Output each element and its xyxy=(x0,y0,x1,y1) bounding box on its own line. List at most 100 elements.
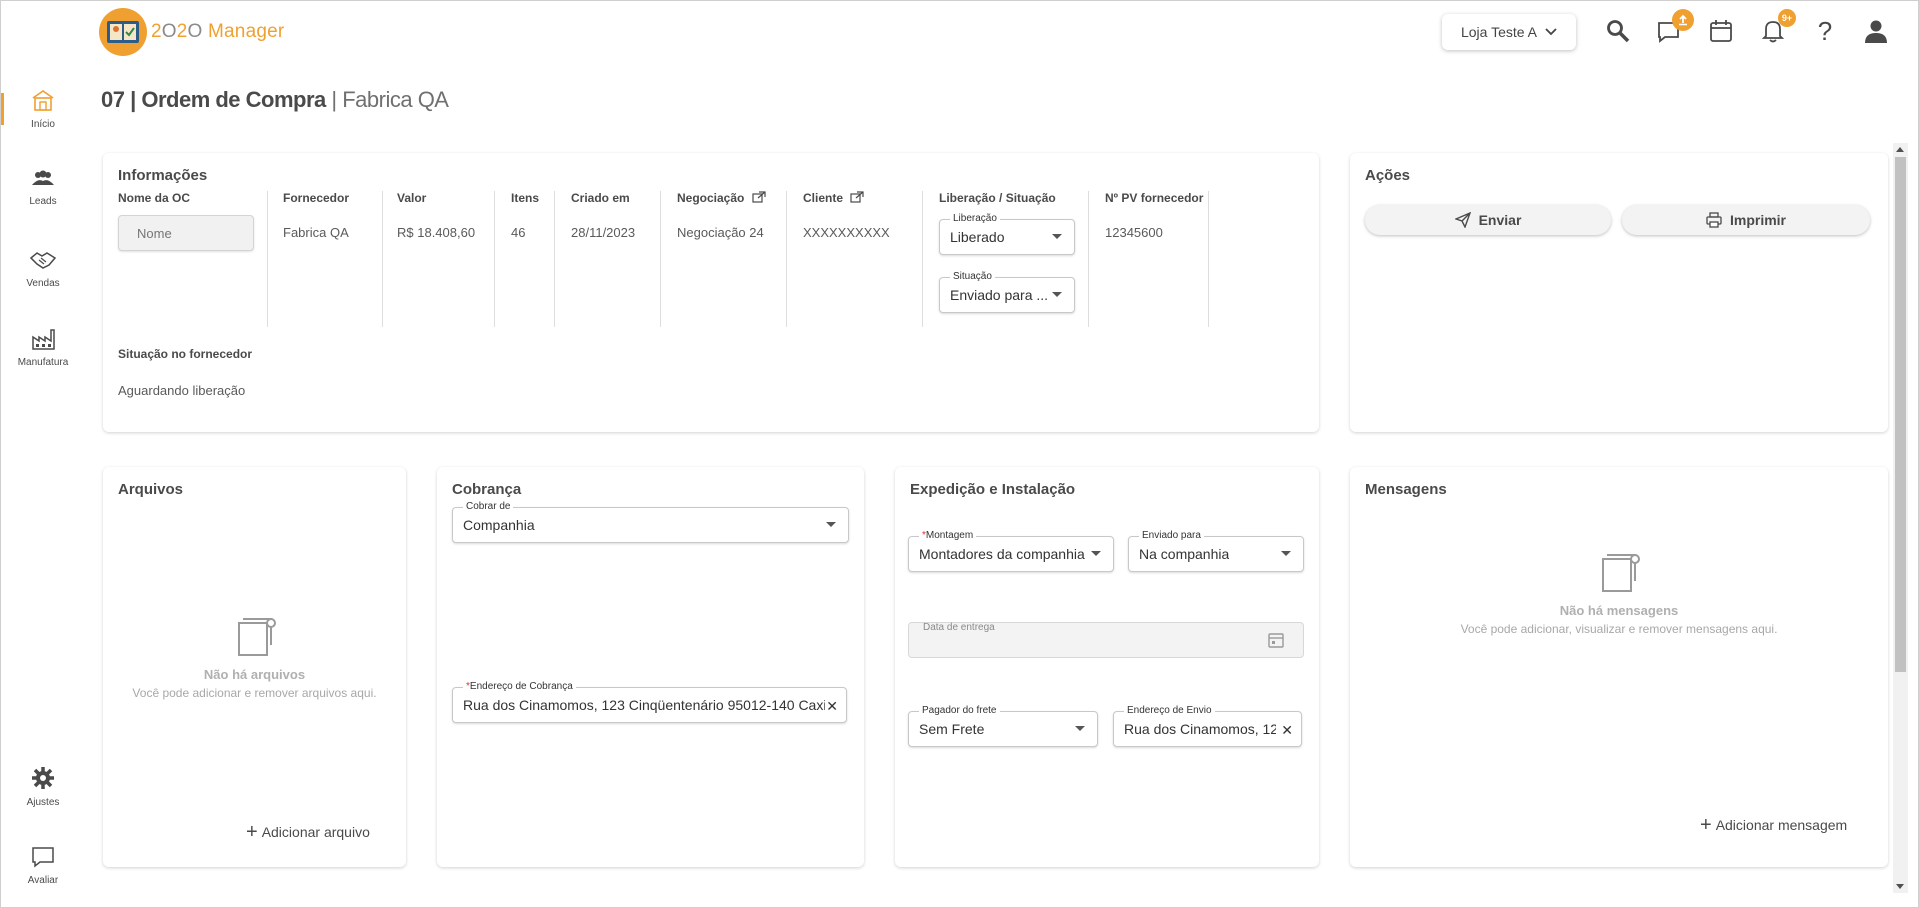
empty-document-icon xyxy=(1602,554,1640,592)
send-button-label: Enviar xyxy=(1478,212,1522,228)
col-negociacao: Negociação Negociação 24 xyxy=(661,191,787,327)
sidebar-item-label: Ajustes xyxy=(26,797,60,808)
charge-from-value: Companhia xyxy=(463,517,535,533)
chevron-down-icon xyxy=(1545,28,1557,36)
app-logo[interactable]: 2O2O Manager xyxy=(99,8,284,56)
messages-card: Mensagens Não há mensagens Você pode adi… xyxy=(1350,467,1888,867)
add-message-button[interactable]: + Adicionar mensagem xyxy=(1700,814,1848,836)
sidebar-item-manufatura[interactable]: Manufatura xyxy=(1,327,85,368)
calendar-button[interactable] xyxy=(1706,15,1736,47)
scroll-down-icon[interactable] xyxy=(1896,884,1904,889)
fornecedor-label: Fornecedor xyxy=(283,191,350,205)
page-title: 07 | Ordem de Compra | Fabrica QA xyxy=(101,87,449,113)
external-link-icon[interactable] xyxy=(850,191,864,203)
situacao-select[interactable]: Situação Enviado para ... xyxy=(939,271,1075,313)
sidebar-item-ajustes[interactable]: Ajustes xyxy=(1,765,85,808)
send-button[interactable]: Enviar xyxy=(1365,205,1611,235)
sidebar-item-leads[interactable]: Leads xyxy=(1,168,85,207)
printer-icon xyxy=(1706,212,1722,228)
vertical-scrollbar[interactable] xyxy=(1893,143,1908,893)
clear-icon[interactable]: ✕ xyxy=(826,698,838,715)
col-itens: Itens 46 xyxy=(495,191,555,327)
sidebar-item-label: Leads xyxy=(29,196,57,207)
store-selector[interactable]: Loja Teste A xyxy=(1442,14,1576,50)
delivery-date-label: Data de entrega xyxy=(923,622,995,633)
factory-icon xyxy=(32,329,55,350)
enviado-para-value: Na companhia xyxy=(1139,546,1230,562)
sidebar-item-inicio[interactable]: Início xyxy=(1,87,85,130)
freight-payer-value: Sem Frete xyxy=(919,721,985,737)
situacao-fornecedor: Situação no fornecedor Aguardando libera… xyxy=(118,347,252,398)
shipping-card-title: Expedição e Instalação xyxy=(910,481,1076,498)
col-nome-oc: Nome da OC xyxy=(118,191,268,327)
freight-payer-label: Pagador do frete xyxy=(919,705,1000,716)
billing-address-value: Rua dos Cinamomos, 123 Cinqüentenário 95… xyxy=(463,697,825,713)
caret-down-icon xyxy=(826,522,836,527)
situacao-value: Enviado para ... xyxy=(950,287,1049,303)
files-empty-subtitle: Você pode adicionar e remover arquivos a… xyxy=(132,686,377,700)
sidebar: Início Leads Vendas Manufatura Ajustes A… xyxy=(1,1,85,907)
add-message-label: Adicionar mensagem xyxy=(1715,817,1848,833)
criado-em-value: 28/11/2023 xyxy=(571,225,636,240)
messages-button[interactable] xyxy=(1654,9,1694,47)
criado-em-label: Criado em xyxy=(571,191,630,205)
liberacao-value: Liberado xyxy=(950,229,1005,245)
calendar-icon[interactable] xyxy=(1267,631,1285,649)
add-file-label: Adicionar arquivo xyxy=(261,824,370,840)
itens-value: 46 xyxy=(511,225,526,240)
chat-bubble-icon xyxy=(32,847,54,868)
sidebar-item-label: Avaliar xyxy=(27,875,59,886)
scroll-up-icon[interactable] xyxy=(1896,147,1904,152)
add-file-button[interactable]: + Adicionar arquivo xyxy=(246,822,370,842)
cliente-label: Cliente xyxy=(803,191,922,205)
sidebar-item-vendas[interactable]: Vendas xyxy=(1,248,85,289)
negociacao-value: Negociação 24 xyxy=(677,225,764,240)
valor-label: Valor xyxy=(397,191,427,205)
sidebar-item-label: Vendas xyxy=(26,278,60,289)
billing-card: Cobrança Cobrar de Companhia *Endereço d… xyxy=(437,467,864,867)
charge-from-label: Cobrar de xyxy=(463,501,514,512)
col-fornecedor: Fornecedor Fabrica QA xyxy=(283,191,383,327)
charge-from-select[interactable]: Cobrar de Companhia xyxy=(452,501,849,543)
help-button[interactable]: ? xyxy=(1810,15,1840,47)
store-selector-label: Loja Teste A xyxy=(1460,24,1538,40)
shipping-address-label: Endereço de Envio xyxy=(1124,705,1215,716)
itens-label: Itens xyxy=(511,191,540,205)
people-icon xyxy=(32,170,54,185)
clear-icon[interactable]: ✕ xyxy=(1281,722,1293,739)
col-pv-fornecedor: Nº PV fornecedor 12345600 xyxy=(1089,191,1209,327)
pv-fornecedor-label: Nº PV fornecedor xyxy=(1105,191,1204,205)
info-card: Informações Nome da OC Fornecedor Fabric… xyxy=(103,153,1319,432)
plus-icon: + xyxy=(1700,814,1712,836)
nome-oc-input[interactable] xyxy=(118,215,254,251)
cliente-value: XXXXXXXXXX xyxy=(803,225,890,240)
sidebar-item-avaliar[interactable]: Avaliar xyxy=(1,845,85,886)
notifications-button[interactable]: 9+ xyxy=(1758,9,1796,47)
print-button[interactable]: Imprimir xyxy=(1622,205,1870,235)
billing-address-select[interactable]: *Endereço de Cobrança Rua dos Cinamomos,… xyxy=(452,681,847,723)
enviado-para-select[interactable]: Enviado para Na companhia xyxy=(1128,530,1304,572)
montagem-select[interactable]: *Montagem Montadores da companhia xyxy=(908,530,1114,572)
files-empty-title: Não há arquivos xyxy=(203,667,306,682)
freight-payer-select[interactable]: Pagador do frete Sem Frete xyxy=(908,705,1098,747)
search-icon xyxy=(1607,20,1630,43)
external-link-icon[interactable] xyxy=(752,191,766,203)
scroll-thumb[interactable] xyxy=(1895,157,1906,672)
situacao-fornecedor-label: Situação no fornecedor xyxy=(118,347,253,361)
page-title-sub: | Fabrica QA xyxy=(325,87,449,112)
messages-card-title: Mensagens xyxy=(1365,481,1447,498)
fornecedor-value: Fabrica QA xyxy=(283,225,349,240)
sidebar-item-label: Manufatura xyxy=(17,357,69,368)
shipping-address-select[interactable]: Endereço de Envio Rua dos Cinamomos, 12 … xyxy=(1113,705,1302,747)
delivery-date-field[interactable]: Data de entrega xyxy=(908,622,1304,658)
situacao-fornecedor-value: Aguardando liberação xyxy=(118,383,246,398)
messages-empty-title: Não há mensagens xyxy=(1559,603,1679,618)
shipping-card: Expedição e Instalação *Montagem Montado… xyxy=(895,467,1319,867)
liberacao-select[interactable]: Liberação Liberado xyxy=(939,213,1075,255)
profile-button[interactable] xyxy=(1861,15,1891,47)
files-card-title: Arquivos xyxy=(118,481,184,498)
print-button-label: Imprimir xyxy=(1729,212,1786,228)
upload-icon xyxy=(1679,14,1687,26)
search-button[interactable] xyxy=(1603,15,1633,47)
billing-address-label: *Endereço de Cobrança xyxy=(463,681,576,692)
